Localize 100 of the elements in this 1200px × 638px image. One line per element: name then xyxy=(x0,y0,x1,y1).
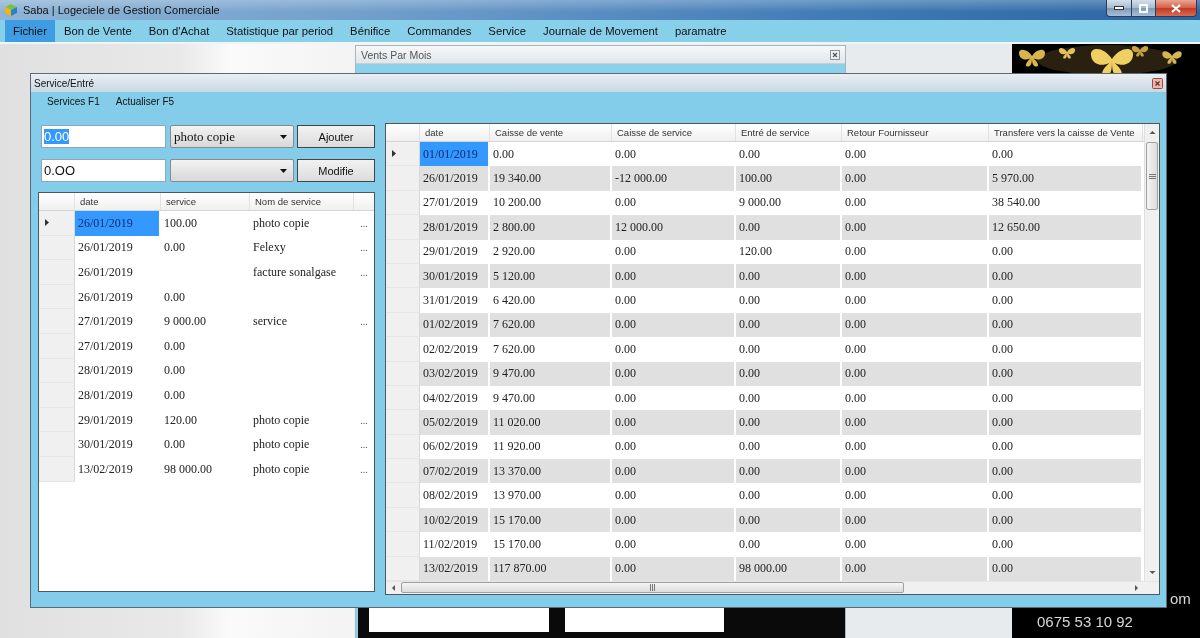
more-button[interactable]: ... xyxy=(354,432,374,457)
more-button[interactable]: ... xyxy=(354,260,374,285)
row-header xyxy=(386,556,420,581)
scrollbar-thumb[interactable] xyxy=(401,582,904,593)
menu-item[interactable]: Bénifice xyxy=(342,20,399,42)
table-cell: 0.00 xyxy=(989,556,1143,581)
close-icon[interactable] xyxy=(1152,77,1163,89)
row-header xyxy=(386,434,420,460)
service-dropdown[interactable]: photo copie xyxy=(170,125,294,148)
close-button[interactable] xyxy=(1156,0,1197,17)
table-cell: 13/02/2019 xyxy=(75,456,161,482)
close-icon[interactable] xyxy=(830,49,840,60)
row-header xyxy=(39,260,75,285)
menu-item[interactable]: Fichier xyxy=(5,20,55,42)
table-cell: 100.00 xyxy=(736,166,842,191)
vertical-scrollbar[interactable] xyxy=(1144,124,1159,581)
add-button[interactable]: Ajouter xyxy=(297,125,375,148)
table-cell: 117 870.00 xyxy=(490,556,612,581)
table-cell: 03/02/2019 xyxy=(420,361,490,386)
menu-item[interactable]: Bon d'Achat xyxy=(140,20,218,42)
table-cell: 30/01/2019 xyxy=(75,432,161,457)
row-header xyxy=(386,215,420,240)
table-cell: 0.00 xyxy=(736,361,842,386)
table-cell: 0.00 xyxy=(736,215,842,240)
table-cell: 05/02/2019 xyxy=(420,410,490,435)
table-cell: 0.00 xyxy=(612,312,736,338)
more-button[interactable]: ... xyxy=(354,235,374,261)
row-pointer-icon xyxy=(392,150,396,158)
minimize-button[interactable] xyxy=(1106,0,1132,17)
row-header xyxy=(386,507,420,533)
row-header xyxy=(386,483,420,508)
table-cell: 0.00 xyxy=(612,459,736,484)
column-header: Retour Fournisseur xyxy=(842,124,989,141)
menu-item[interactable]: Statistique par period xyxy=(218,20,342,42)
table-cell: 11 020.00 xyxy=(490,410,612,435)
menu-item[interactable]: paramatre xyxy=(666,20,735,42)
maximize-button[interactable] xyxy=(1132,0,1156,17)
more-button[interactable]: ... xyxy=(354,211,374,236)
table-cell: 100.00 xyxy=(161,211,250,236)
table-cell: 26/01/2019 xyxy=(75,211,161,236)
scrollbar-thumb[interactable] xyxy=(1146,142,1158,210)
row-header xyxy=(39,358,75,384)
table-cell: 01/01/2019 xyxy=(420,142,490,167)
table-cell: 12 650.00 xyxy=(989,215,1143,240)
row-header xyxy=(386,239,420,264)
table-cell: 0.00 xyxy=(161,358,250,384)
row-header xyxy=(39,456,75,482)
table-cell: 0.00 xyxy=(842,556,989,581)
column-header: Caisse de vente xyxy=(490,124,612,141)
window-title: Vents Par Mois xyxy=(361,48,432,61)
more-button[interactable]: ... xyxy=(354,407,374,433)
column-header: Nom de service xyxy=(250,193,354,210)
table-cell: 26/01/2019 xyxy=(420,166,490,191)
maximize-icon xyxy=(1139,3,1148,13)
menu-item[interactable]: Bon de Vente xyxy=(55,20,140,42)
menu-item[interactable]: Journale de Movement xyxy=(535,20,666,42)
column-header: date xyxy=(420,124,490,141)
menu-item[interactable]: Services F1 xyxy=(39,96,108,107)
table-cell: 0.00 xyxy=(842,459,989,484)
more-button[interactable]: ... xyxy=(354,309,374,334)
table-cell: 0.00 xyxy=(842,215,989,240)
column-header: Entré de service xyxy=(736,124,842,141)
table-cell: 0.00 xyxy=(842,507,989,533)
phone-number: 0675 53 10 92 xyxy=(1037,613,1133,630)
menu-item[interactable]: Commandes xyxy=(399,20,480,42)
menu-item[interactable]: Service xyxy=(480,20,534,42)
table-cell: 26/01/2019 xyxy=(75,284,161,310)
caret-icon xyxy=(280,134,287,139)
table-cell: 0.00 xyxy=(842,263,989,289)
row-header xyxy=(386,385,420,411)
horizontal-scrollbar[interactable] xyxy=(386,581,1159,594)
table-cell: 0.00 xyxy=(989,263,1143,289)
table-cell: 9 470.00 xyxy=(490,361,612,386)
table-cell: 0.00 xyxy=(989,312,1143,338)
table-cell: 28/01/2019 xyxy=(420,215,490,240)
table-cell: 0.00 xyxy=(842,410,989,435)
table-cell: 15 170.00 xyxy=(490,507,612,533)
minimize-icon xyxy=(1114,5,1124,11)
table-cell: 28/01/2019 xyxy=(75,383,161,408)
row-header xyxy=(39,333,75,359)
table-cell: 0.00 xyxy=(736,410,842,435)
service-dropdown[interactable] xyxy=(170,159,294,182)
table-cell: 26/01/2019 xyxy=(75,235,161,261)
row-header xyxy=(39,383,75,408)
table-cell: 0.00 xyxy=(989,459,1143,484)
menu-item[interactable]: Actualiser F5 xyxy=(107,96,183,107)
row-header xyxy=(39,309,75,334)
more-button[interactable]: ... xyxy=(354,456,374,482)
table-cell: 12 000.00 xyxy=(612,215,736,240)
modify-button[interactable]: Modifie xyxy=(297,159,375,182)
table-cell: photo copie xyxy=(250,407,354,433)
table-cell: 0.00 xyxy=(161,333,250,359)
table-cell: 5 120.00 xyxy=(490,263,612,289)
row-header xyxy=(386,263,420,289)
table-cell: 0.00 xyxy=(736,263,842,289)
table-cell: photo copie xyxy=(250,456,354,482)
table-cell: 0.00 xyxy=(161,235,250,261)
grip-icon xyxy=(1148,173,1156,179)
table-cell: 0.00 xyxy=(736,507,842,533)
amount-field[interactable]: 0.OO xyxy=(41,159,166,182)
